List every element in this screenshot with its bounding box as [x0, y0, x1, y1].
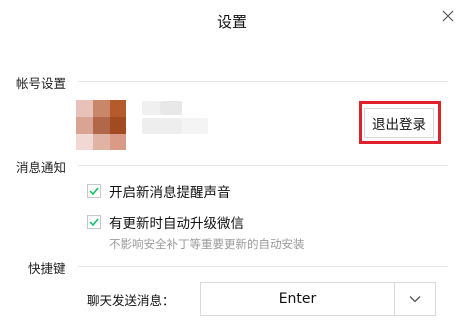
notifications-section-divider	[78, 165, 448, 166]
avatar	[76, 100, 126, 150]
send-shortcut-select[interactable]: Enter	[200, 282, 436, 316]
send-message-shortcut-label: 聊天发送消息：	[87, 293, 175, 308]
check-icon	[89, 187, 99, 196]
account-name-blur	[142, 101, 160, 115]
send-shortcut-value[interactable]: Enter	[201, 283, 394, 315]
close-icon[interactable]	[442, 10, 454, 22]
sound-alert-option[interactable]: 开启新消息提醒声音	[87, 181, 231, 201]
shortcuts-section-label: 快捷键	[28, 261, 66, 276]
notifications-section-label: 消息通知	[16, 160, 67, 175]
sound-alert-checkbox[interactable]	[87, 184, 101, 198]
account-section-label: 帐号设置	[16, 76, 67, 91]
window-title: 设置	[216, 13, 247, 31]
sound-alert-label: 开启新消息提醒声音	[109, 185, 231, 201]
logout-button[interactable]: 退出登录	[364, 108, 434, 138]
auto-update-checkbox[interactable]	[87, 215, 101, 229]
auto-update-hint: 不影响安全补丁等重要更新的自动安装	[109, 237, 305, 251]
close-button[interactable]	[436, 4, 460, 28]
dropdown-toggle[interactable]	[394, 283, 435, 315]
account-id-blur	[182, 118, 208, 134]
account-name-blur	[160, 101, 182, 115]
check-icon	[89, 218, 99, 227]
account-section-divider	[78, 81, 448, 82]
chevron-down-icon	[409, 296, 421, 303]
account-id-blur	[142, 118, 182, 134]
shortcuts-section-divider	[78, 266, 448, 267]
auto-update-label: 有更新时自动升级微信	[109, 216, 244, 232]
auto-update-option[interactable]: 有更新时自动升级微信	[87, 212, 244, 232]
